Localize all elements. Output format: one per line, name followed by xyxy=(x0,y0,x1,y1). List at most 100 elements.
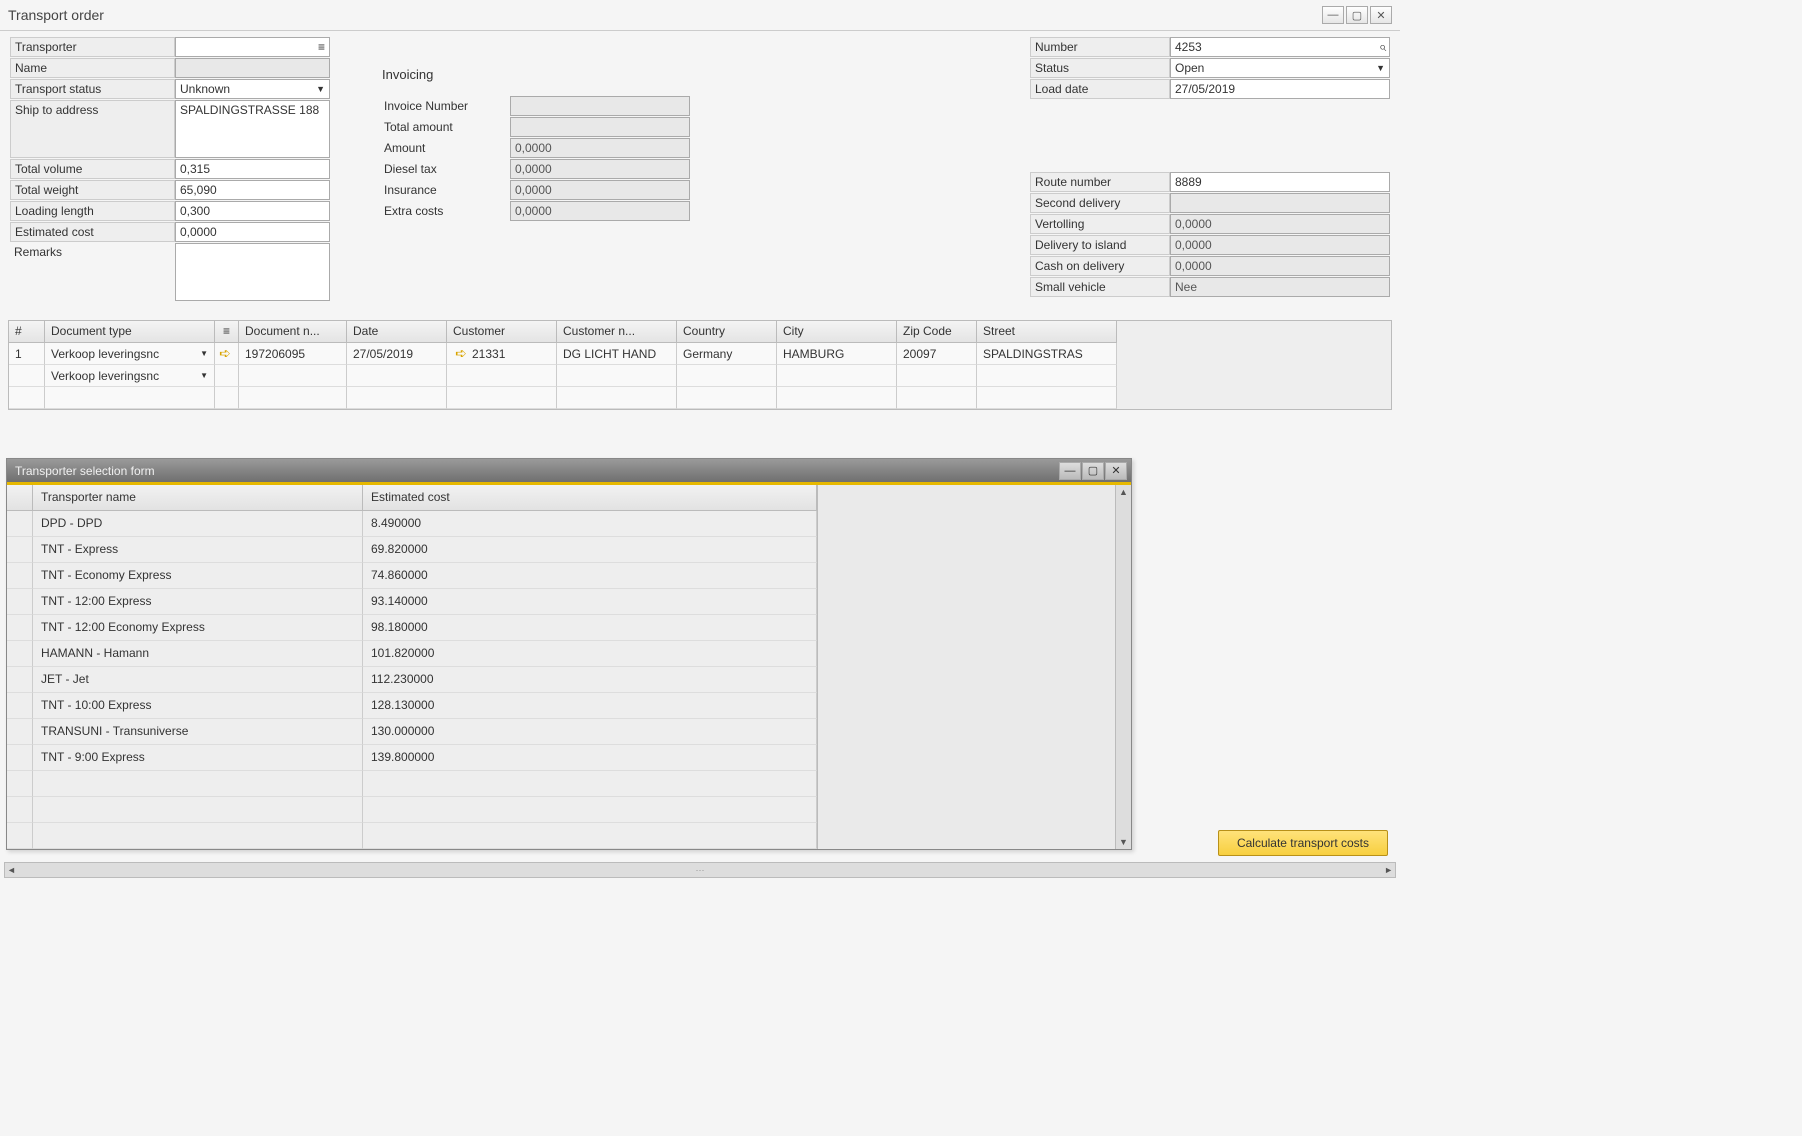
transporter-row[interactable]: HAMANN - Hamann101.820000 xyxy=(7,641,817,667)
cell-date: 27/05/2019 xyxy=(347,343,447,365)
col-zip[interactable]: Zip Code xyxy=(897,321,977,343)
delivery-island-input: 0,0000 xyxy=(1170,235,1390,255)
load-date-label: Load date xyxy=(1030,79,1170,99)
col-city[interactable]: City xyxy=(777,321,897,343)
grid-row[interactable]: Verkoop leveringsnc xyxy=(9,365,1391,387)
transporter-name-cell: TNT - Economy Express xyxy=(33,563,363,589)
transporter-cost-cell xyxy=(363,823,817,849)
remarks-label: Remarks xyxy=(10,243,175,303)
transport-status-select[interactable]: Unknown xyxy=(175,79,330,99)
estimated-cost-value: 0,0000 xyxy=(180,225,217,239)
transporter-row[interactable]: TNT - Economy Express74.860000 xyxy=(7,563,817,589)
subwin-body: Transporter name Estimated cost DPD - DP… xyxy=(7,485,1131,849)
row-lead xyxy=(7,641,33,667)
loading-length-label: Loading length xyxy=(10,201,175,221)
transporter-row[interactable]: TNT - 12:00 Economy Express98.180000 xyxy=(7,615,817,641)
loading-length-input[interactable]: 0,300 xyxy=(175,201,330,221)
transporter-row[interactable] xyxy=(7,823,817,849)
route-number-input[interactable]: 8889 xyxy=(1170,172,1390,192)
cell-customer[interactable]: ➪21331 xyxy=(447,343,557,365)
second-delivery-input xyxy=(1170,193,1390,213)
row-lead xyxy=(7,745,33,771)
col-doc-num[interactable]: Document n... xyxy=(239,321,347,343)
right-column: Number 4253 Status Open Load date 27/05/… xyxy=(1030,37,1390,304)
transporter-cost-cell: 93.140000 xyxy=(363,589,817,615)
transporter-cost-cell: 128.130000 xyxy=(363,693,817,719)
calculate-transport-costs-button[interactable]: Calculate transport costs xyxy=(1218,830,1388,856)
col-link[interactable]: ≡ xyxy=(215,321,239,343)
total-weight-input[interactable]: 65,090 xyxy=(175,180,330,200)
diesel-tax-input: 0,0000 xyxy=(510,159,690,179)
ship-to-textarea[interactable]: SPALDINGSTRASSE 188 xyxy=(175,100,330,158)
total-amount-input xyxy=(510,117,690,137)
row-lead xyxy=(7,797,33,823)
total-volume-input[interactable]: 0,315 xyxy=(175,159,330,179)
subwin-close-button[interactable]: ✕ xyxy=(1105,462,1127,480)
cell-customer-name: DG LICHT HAND xyxy=(557,343,677,365)
link-arrow-icon[interactable]: ➪ xyxy=(215,343,239,365)
grid-header: # Document type ≡ Document n... Date Cus… xyxy=(9,321,1391,343)
small-vehicle-input: Nee xyxy=(1170,277,1390,297)
row-lead xyxy=(7,615,33,641)
transporter-row[interactable]: TNT - 12:00 Express93.140000 xyxy=(7,589,817,615)
cell-street xyxy=(977,365,1117,387)
form-area: Transporter Name Transport status Unknow… xyxy=(0,31,1400,314)
minimize-button[interactable]: — xyxy=(1322,6,1344,24)
transporter-row[interactable] xyxy=(7,797,817,823)
col-country[interactable]: Country xyxy=(677,321,777,343)
transporter-grid: Transporter name Estimated cost DPD - DP… xyxy=(7,485,818,849)
load-date-input[interactable]: 27/05/2019 xyxy=(1170,79,1390,99)
vertolling-input: 0,0000 xyxy=(1170,214,1390,234)
cod-input: 0,0000 xyxy=(1170,256,1390,276)
transporter-name-cell: TNT - 12:00 Economy Express xyxy=(33,615,363,641)
amount-value: 0,0000 xyxy=(515,141,552,155)
transporter-cost-cell: 139.800000 xyxy=(363,745,817,771)
subwin-controls: — ▢ ✕ xyxy=(1059,462,1127,480)
subwin-title: Transporter selection form xyxy=(15,464,155,478)
col-doc-type[interactable]: Document type xyxy=(45,321,215,343)
row-lead xyxy=(7,589,33,615)
transporter-name-cell: TNT - 12:00 Express xyxy=(33,589,363,615)
vertolling-value: 0,0000 xyxy=(1175,217,1212,231)
col-num[interactable]: # xyxy=(9,321,45,343)
col-customer[interactable]: Customer xyxy=(447,321,557,343)
transporter-row[interactable]: TNT - Express69.820000 xyxy=(7,537,817,563)
col-customer-name[interactable]: Customer n... xyxy=(557,321,677,343)
transporter-row[interactable]: TNT - 10:00 Express128.130000 xyxy=(7,693,817,719)
subcol-name[interactable]: Transporter name xyxy=(33,485,363,511)
col-date[interactable]: Date xyxy=(347,321,447,343)
subwin-maximize-button[interactable]: ▢ xyxy=(1082,462,1104,480)
status-select[interactable]: Open xyxy=(1170,58,1390,78)
cell-num xyxy=(9,365,45,387)
diesel-tax-value: 0,0000 xyxy=(515,162,552,176)
window-title: Transport order xyxy=(8,7,104,23)
transporter-row[interactable] xyxy=(7,771,817,797)
cell-country xyxy=(677,365,777,387)
subcol-cost[interactable]: Estimated cost xyxy=(363,485,817,511)
subwin-minimize-button[interactable]: — xyxy=(1059,462,1081,480)
ship-to-value: SPALDINGSTRASSE 188 xyxy=(180,103,319,117)
maximize-button[interactable]: ▢ xyxy=(1346,6,1368,24)
grid-row[interactable]: 1 Verkoop leveringsnc ➪ 197206095 27/05/… xyxy=(9,343,1391,365)
vertical-scrollbar[interactable]: ▲ ▼ xyxy=(1115,485,1131,849)
transporter-row[interactable]: JET - Jet112.230000 xyxy=(7,667,817,693)
grid-row-empty[interactable] xyxy=(9,387,1391,409)
transporter-row[interactable]: DPD - DPD8.490000 xyxy=(7,511,817,537)
close-button[interactable]: ✕ xyxy=(1370,6,1392,24)
horizontal-scrollbar[interactable]: ◄ ⋯ ► xyxy=(4,862,1396,878)
estimated-cost-input[interactable]: 0,0000 xyxy=(175,222,330,242)
invoice-number-input xyxy=(510,96,690,116)
transporter-row[interactable]: TNT - 9:00 Express139.800000 xyxy=(7,745,817,771)
cell-doc-type[interactable]: Verkoop leveringsnc xyxy=(45,365,215,387)
subwin-header[interactable]: Transporter selection form — ▢ ✕ xyxy=(7,459,1131,485)
col-street[interactable]: Street xyxy=(977,321,1117,343)
small-vehicle-label: Small vehicle xyxy=(1030,277,1170,297)
transporter-row[interactable]: TRANSUNI - Transuniverse130.000000 xyxy=(7,719,817,745)
cell-customer-name xyxy=(557,365,677,387)
transporter-input[interactable] xyxy=(175,37,330,57)
remarks-textarea[interactable] xyxy=(175,243,330,301)
insurance-value: 0,0000 xyxy=(515,183,552,197)
scroll-left-icon: ◄ xyxy=(7,865,16,875)
number-input[interactable]: 4253 xyxy=(1170,37,1390,57)
cell-doc-type[interactable]: Verkoop leveringsnc xyxy=(45,343,215,365)
